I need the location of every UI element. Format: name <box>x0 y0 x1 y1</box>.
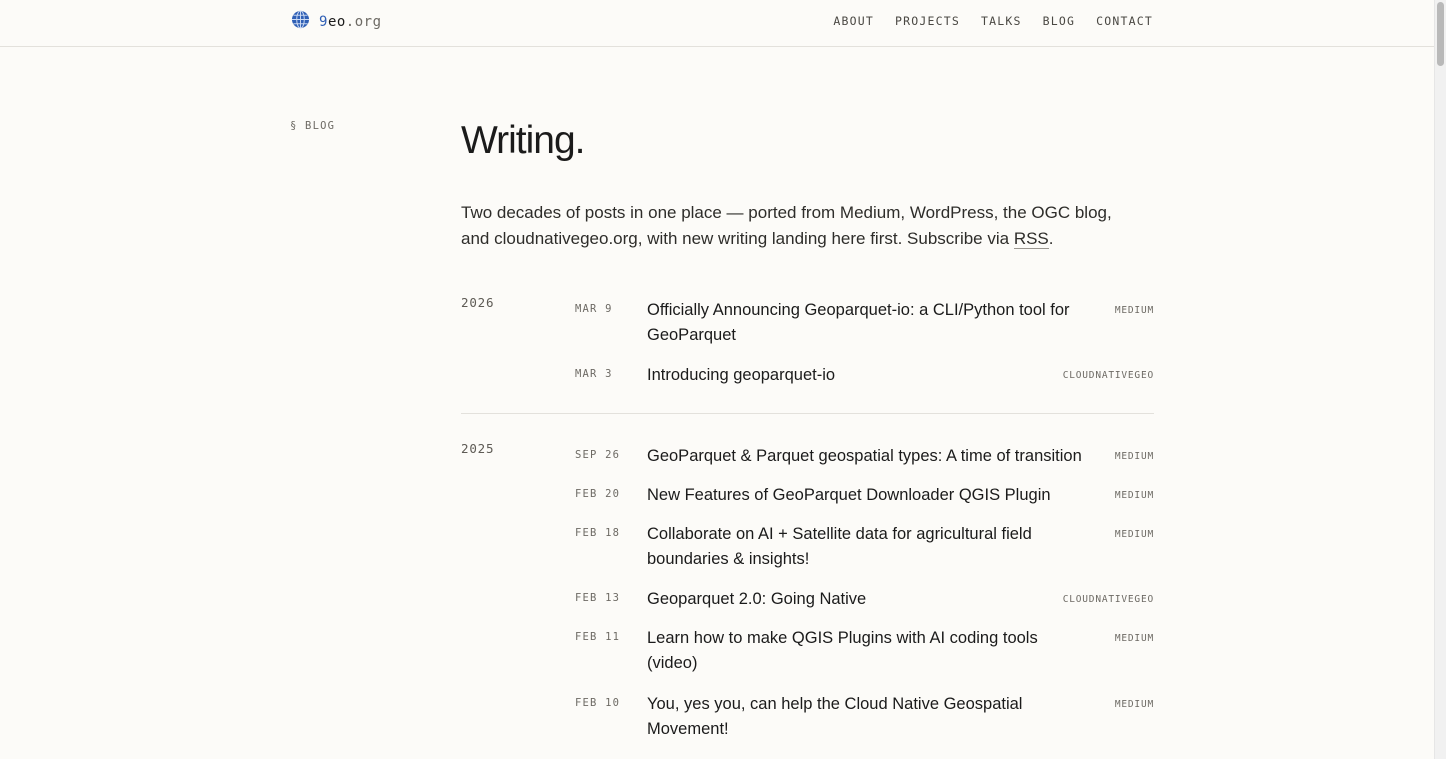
main-nav: ABOUT PROJECTS TALKS BLOG CONTACT <box>833 14 1153 28</box>
post-title-link[interactable]: Collaborate on AI + Satellite data for a… <box>647 522 1067 572</box>
post-source: MEDIUM <box>1114 490 1154 501</box>
post-title-link[interactable]: Introducing geoparquet-io <box>647 363 1087 388</box>
post-title-link[interactable]: New Features of GeoParquet Downloader QG… <box>647 483 1087 508</box>
nav-contact[interactable]: CONTACT <box>1096 14 1153 28</box>
post-source: CLOUDNATIVEGEO <box>1062 370 1154 381</box>
intro-end: . <box>1048 229 1054 248</box>
section-label: § BLOG <box>290 120 336 132</box>
post-title-link[interactable]: GeoParquet & Parquet geospatial types: A… <box>647 444 1107 469</box>
post-source: MEDIUM <box>1114 529 1154 540</box>
year-label: 2025 <box>461 441 495 456</box>
post-source: MEDIUM <box>1114 699 1154 710</box>
post-title-link[interactable]: Geoparquet 2.0: Going Native <box>647 587 1087 612</box>
nav-about[interactable]: ABOUT <box>833 14 874 28</box>
post-date: FEB 13 <box>575 592 621 604</box>
page-scrollbar[interactable] <box>1434 0 1446 759</box>
post-title-link[interactable]: Learn how to make QGIS Plugins with AI c… <box>647 626 1067 676</box>
post-title-link[interactable]: Officially Announcing Geoparquet-io: a C… <box>647 298 1087 348</box>
year-group-2026: 2026 MAR 9 Officially Announcing Geoparq… <box>461 294 1154 414</box>
post-source: MEDIUM <box>1114 451 1154 462</box>
intro-paragraph: Two decades of posts in one place — port… <box>461 200 1121 252</box>
post-date: MAR 3 <box>575 368 613 380</box>
post-date: SEP 26 <box>575 449 621 461</box>
page-title: Writing. <box>461 119 585 162</box>
nav-talks[interactable]: TALKS <box>981 14 1022 28</box>
post-date: FEB 10 <box>575 697 621 709</box>
site-name: 9eo.org <box>319 12 382 32</box>
post-date: FEB 18 <box>575 527 621 539</box>
nav-blog[interactable]: BLOG <box>1043 14 1076 28</box>
site-name-tld: .org <box>345 14 382 30</box>
year-label: 2026 <box>461 295 495 310</box>
site-name-eo: eo <box>327 14 346 30</box>
nav-projects[interactable]: PROJECTS <box>895 14 960 28</box>
post-date: FEB 20 <box>575 488 621 500</box>
site-logo[interactable]: 9eo.org <box>291 10 382 34</box>
site-header: 9eo.org ABOUT PROJECTS TALKS BLOG CONTAC… <box>0 0 1435 47</box>
globe-icon <box>291 10 310 34</box>
site-name-nine: 9 <box>319 14 328 30</box>
post-title-link[interactable]: You, yes you, can help the Cloud Native … <box>647 692 1047 742</box>
post-source: MEDIUM <box>1114 633 1154 644</box>
post-source: CLOUDNATIVEGEO <box>1062 594 1154 605</box>
rss-link[interactable]: RSS <box>1013 229 1049 249</box>
scrollbar-thumb[interactable] <box>1437 2 1444 66</box>
post-date: MAR 9 <box>575 303 613 315</box>
post-source: MEDIUM <box>1114 305 1154 316</box>
post-date: FEB 11 <box>575 631 621 643</box>
